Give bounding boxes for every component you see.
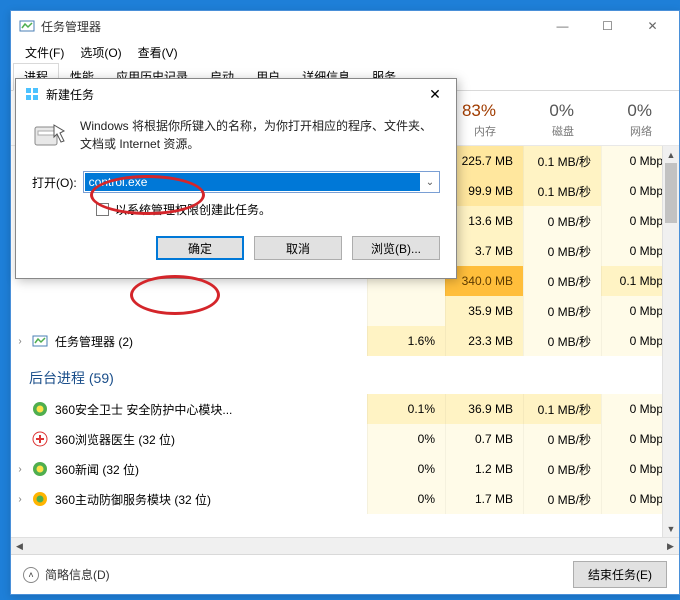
- window-title: 任务管理器: [41, 18, 540, 35]
- dialog-description: Windows 将根据你所键入的名称，为你打开相应的程序、文件夹、文档或 Int…: [80, 117, 440, 153]
- menubar: 文件(F) 选项(O) 查看(V): [11, 41, 679, 63]
- cell-cpu: 0%: [367, 454, 445, 484]
- table-row[interactable]: 360浏览器医生 (32 位)0%0.7 MB0 MB/秒0 Mbps: [11, 424, 679, 454]
- scroll-track[interactable]: [663, 163, 679, 520]
- table-row[interactable]: 35.9 MB0 MB/秒0 Mbps: [11, 296, 679, 326]
- cell-mem: 1.2 MB: [445, 454, 523, 484]
- open-label: 打开(O):: [32, 174, 77, 191]
- process-icon: [31, 460, 49, 478]
- dialog-app-icon: [24, 86, 40, 102]
- cell-mem: 35.9 MB: [445, 296, 523, 326]
- process-name: 360新闻 (32 位): [55, 461, 367, 478]
- scrollbar-horizontal[interactable]: ◀ ▶: [11, 537, 679, 554]
- cell-disk: 0 MB/秒: [523, 236, 601, 266]
- dialog-title: 新建任务: [46, 86, 420, 103]
- dialog-close-button[interactable]: ✕: [420, 82, 450, 106]
- process-name: 360安全卫士 安全防护中心模块...: [55, 401, 367, 418]
- maximize-button[interactable]: ☐: [585, 12, 630, 41]
- scroll-thumb[interactable]: [665, 163, 677, 223]
- scrollbar-vertical[interactable]: ▲ ▼: [662, 146, 679, 537]
- cell-disk: 0 MB/秒: [523, 326, 601, 356]
- cell-disk: 0 MB/秒: [523, 206, 601, 236]
- cell-cpu: [367, 296, 445, 326]
- col-disk[interactable]: 0% 磁盘: [506, 101, 584, 145]
- process-icon: [31, 400, 49, 418]
- cell-disk: 0 MB/秒: [523, 296, 601, 326]
- expand-icon[interactable]: ›: [11, 336, 29, 347]
- ok-button[interactable]: 确定: [156, 236, 244, 260]
- cell-cpu: 0%: [367, 484, 445, 514]
- cancel-button[interactable]: 取消: [254, 236, 342, 260]
- new-task-dialog: 新建任务 ✕ Windows 将根据你所键入的名称，为你打开相应的程序、文件夹、…: [15, 78, 457, 279]
- col-network[interactable]: 0% 网络: [584, 101, 662, 145]
- minimize-button[interactable]: —: [540, 12, 585, 41]
- footer: ˄ 简略信息(D) 结束任务(E): [11, 554, 679, 594]
- dialog-titlebar[interactable]: 新建任务 ✕: [16, 79, 456, 109]
- cell-disk: 0 MB/秒: [523, 454, 601, 484]
- expand-icon[interactable]: ›: [11, 464, 29, 475]
- cell-disk: 0.1 MB/秒: [523, 394, 601, 424]
- menu-options[interactable]: 选项(O): [72, 42, 129, 63]
- open-input-value[interactable]: control.exe: [85, 173, 420, 191]
- process-icon: [31, 332, 49, 350]
- process-icon: [31, 302, 49, 320]
- run-icon: [32, 117, 68, 153]
- cell-cpu: 0.1%: [367, 394, 445, 424]
- scroll-left-icon[interactable]: ◀: [11, 538, 28, 554]
- task-manager-icon: [19, 18, 35, 34]
- table-row[interactable]: 360安全卫士 安全防护中心模块...0.1%36.9 MB0.1 MB/秒0 …: [11, 394, 679, 424]
- cell-mem: 23.3 MB: [445, 326, 523, 356]
- cell-disk: 0 MB/秒: [523, 424, 601, 454]
- expand-icon[interactable]: ›: [11, 494, 29, 505]
- cell-mem: 1.7 MB: [445, 484, 523, 514]
- cell-mem: 36.9 MB: [445, 394, 523, 424]
- cell-disk: 0 MB/秒: [523, 266, 601, 296]
- process-icon: [31, 430, 49, 448]
- browse-button[interactable]: 浏览(B)...: [352, 236, 440, 260]
- titlebar[interactable]: 任务管理器 — ☐ ✕: [11, 11, 679, 41]
- cell-mem: 0.7 MB: [445, 424, 523, 454]
- end-task-button[interactable]: 结束任务(E): [573, 561, 667, 588]
- section-background-processes: 后台进程 (59): [11, 356, 679, 394]
- cell-cpu: 0%: [367, 424, 445, 454]
- menu-view[interactable]: 查看(V): [130, 42, 186, 63]
- fewer-details-button[interactable]: ˄ 简略信息(D): [23, 566, 573, 583]
- table-row[interactable]: ›360主动防御服务模块 (32 位)0%1.7 MB0 MB/秒0 Mbps: [11, 484, 679, 514]
- admin-checkbox[interactable]: [96, 203, 109, 216]
- menu-file[interactable]: 文件(F): [17, 42, 72, 63]
- open-input[interactable]: control.exe ⌄: [83, 171, 440, 193]
- process-name: 360浏览器医生 (32 位): [55, 431, 367, 448]
- scroll-right-icon[interactable]: ▶: [662, 538, 679, 554]
- chevron-up-icon: ˄: [23, 567, 39, 583]
- process-name: 任务管理器 (2): [55, 333, 367, 350]
- dropdown-icon[interactable]: ⌄: [421, 177, 439, 188]
- scroll-down-icon[interactable]: ▼: [663, 520, 679, 537]
- cell-disk: 0 MB/秒: [523, 484, 601, 514]
- close-button[interactable]: ✕: [630, 12, 675, 41]
- cell-cpu: 1.6%: [367, 326, 445, 356]
- process-name: 360主动防御服务模块 (32 位): [55, 491, 367, 508]
- cell-disk: 0.1 MB/秒: [523, 176, 601, 206]
- scroll-up-icon[interactable]: ▲: [663, 146, 679, 163]
- table-row[interactable]: ›360新闻 (32 位)0%1.2 MB0 MB/秒0 Mbps: [11, 454, 679, 484]
- process-icon: [31, 490, 49, 508]
- table-row[interactable]: ›任务管理器 (2)1.6%23.3 MB0 MB/秒0 Mbps: [11, 326, 679, 356]
- cell-disk: 0.1 MB/秒: [523, 146, 601, 176]
- admin-label: 以系统管理权限创建此任务。: [115, 201, 271, 218]
